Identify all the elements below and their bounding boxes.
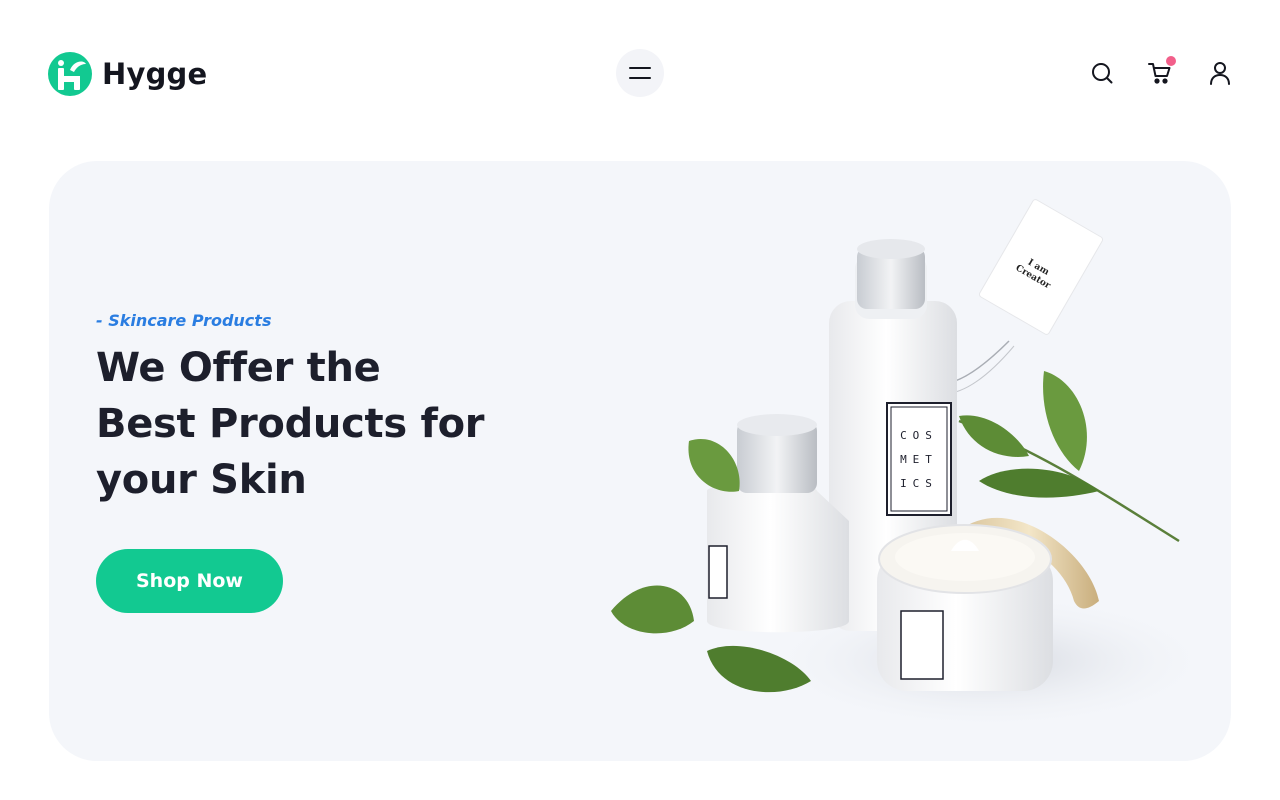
brand-logo[interactable]: Hygge: [48, 52, 207, 96]
headline-line: We Offer the: [96, 345, 381, 391]
bottle-label-line: ICS: [900, 477, 938, 490]
headline-line: your Skin: [96, 457, 307, 503]
hero-banner: - Skincare Products We Offer the Best Pr…: [49, 161, 1231, 761]
menu-button[interactable]: [616, 49, 664, 97]
bottle-label-line: MET: [900, 453, 938, 466]
bottle-label-line: COS: [900, 429, 938, 442]
small-bottle: [707, 414, 849, 633]
cart-notification-dot: [1166, 56, 1176, 66]
brand-name: Hygge: [102, 57, 208, 91]
shop-now-button[interactable]: Shop Now: [96, 549, 283, 613]
account-button[interactable]: [1206, 58, 1234, 88]
user-icon: [1210, 62, 1230, 85]
search-button[interactable]: [1088, 58, 1116, 88]
site-header: Hygge: [0, 0, 1280, 148]
search-icon: [1092, 63, 1113, 84]
hero-eyebrow: - Skincare Products: [96, 311, 272, 330]
hero-headline: We Offer the Best Products for your Skin: [96, 340, 516, 508]
logo-icon: [48, 52, 92, 96]
headline-line: Best Products for: [96, 401, 485, 447]
leaf-sprig: [958, 371, 1180, 543]
cart-button[interactable]: [1146, 56, 1176, 88]
hamburger-icon: [629, 67, 651, 79]
hero-product-image: I am Creator COS MET ICS: [611, 199, 1219, 731]
